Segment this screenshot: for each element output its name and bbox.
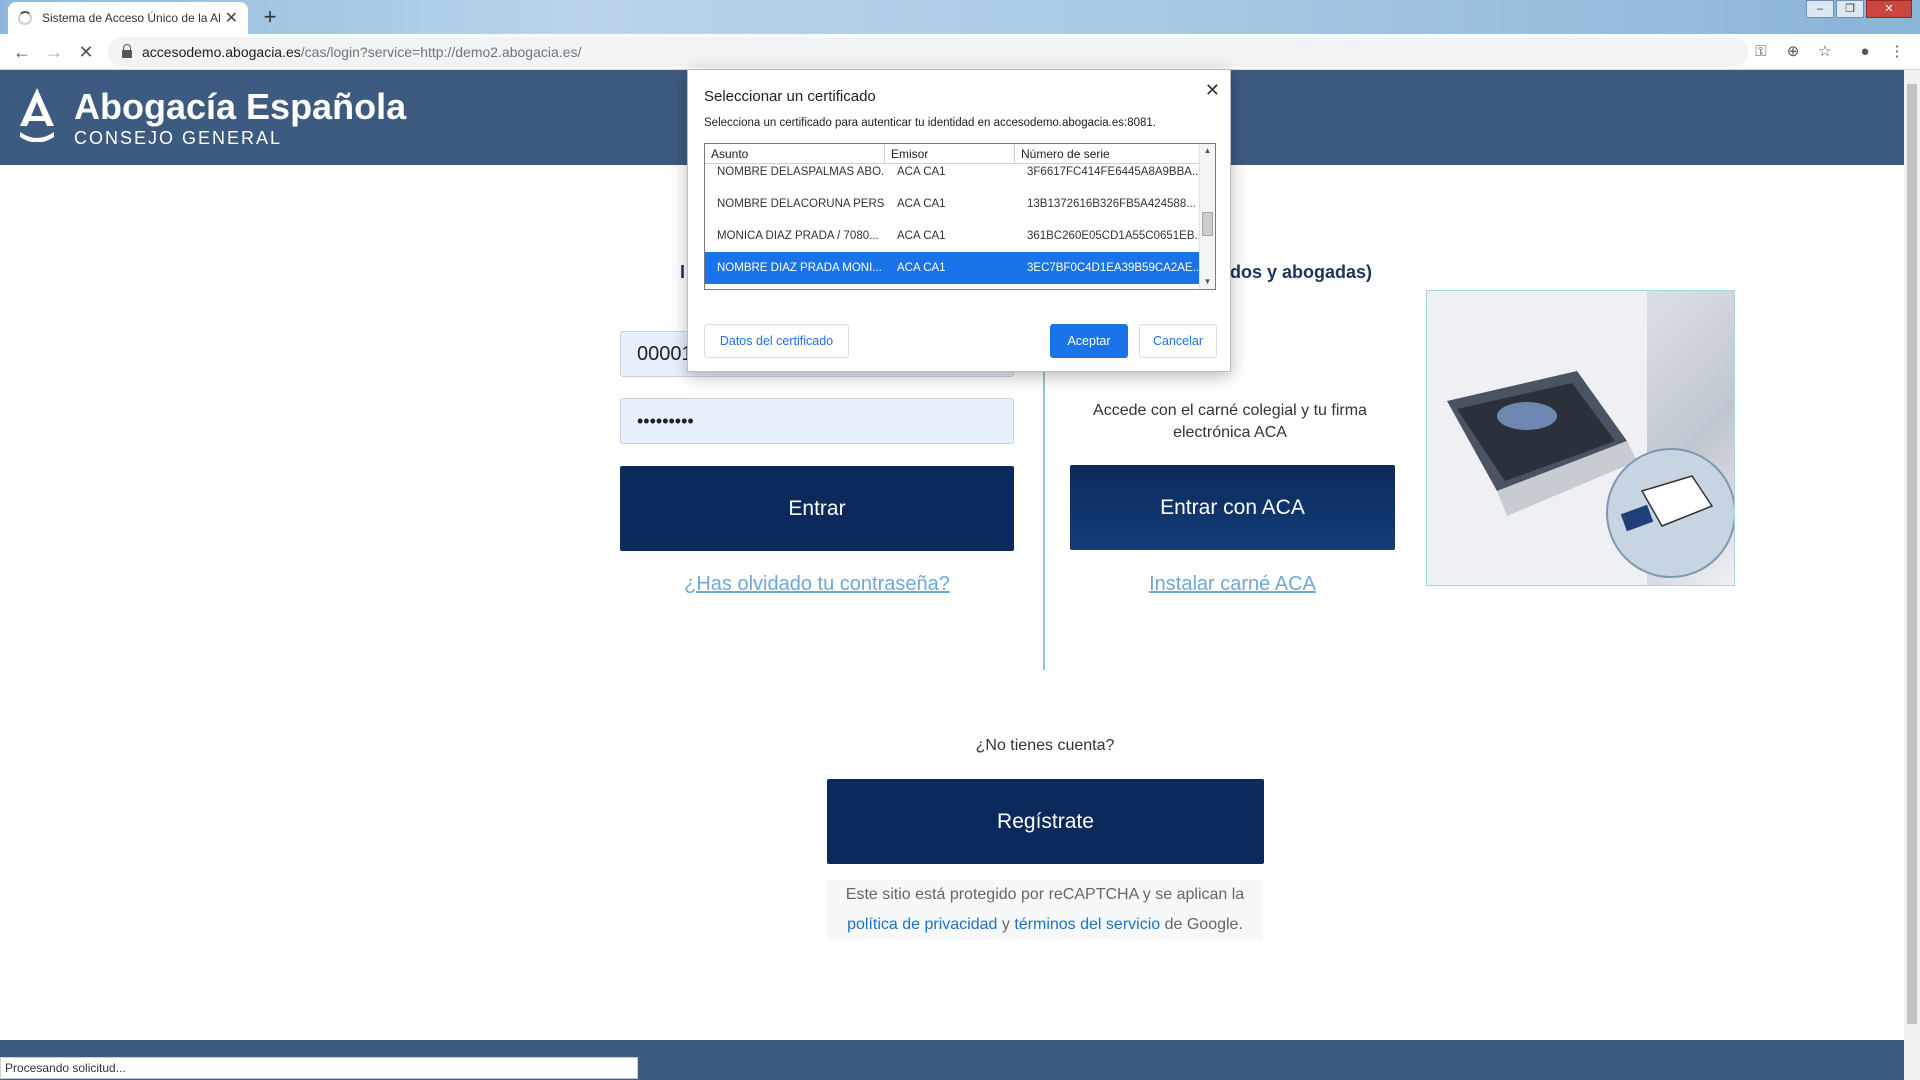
- tab-title: Sistema de Acceso Único de la Al: [42, 11, 221, 25]
- address-bar[interactable]: accesodemo.abogacia.es /cas/login?servic…: [108, 37, 1748, 67]
- url-host: accesodemo.abogacia.es: [142, 44, 301, 60]
- cert-subject: NOMBRE DELASPALMAS ABO...: [717, 166, 885, 178]
- certificate-table-header: Asunto Emisor Número de serie: [705, 144, 1199, 164]
- accept-button[interactable]: Aceptar: [1050, 324, 1128, 358]
- privacy-policy-link[interactable]: política de privacidad: [847, 916, 997, 933]
- lock-icon[interactable]: [122, 44, 132, 58]
- certificate-details-button[interactable]: Datos del certificado: [704, 324, 849, 358]
- recaptcha-line1: Este sitio está protegido por reCAPTCHA …: [845, 886, 1245, 903]
- page-scrollbar[interactable]: [1904, 70, 1920, 1080]
- column-header-subject[interactable]: Asunto: [705, 144, 885, 164]
- cert-issuer: ACA CA1: [897, 166, 946, 178]
- recaptcha-suffix: de Google.: [1164, 916, 1243, 933]
- cert-subject: MONICA DIAZ PRADA / 7080...: [717, 230, 879, 242]
- dialog-title: Seleccionar un certificado: [704, 88, 876, 105]
- aca-heading-partial: gados y abogadas): [1209, 262, 1373, 282]
- new-tab-button[interactable]: +: [256, 4, 284, 30]
- tab-close-icon[interactable]: ✕: [225, 8, 238, 28]
- cert-serial: 361BC260E05CD1A55C0651EB...: [1027, 230, 1199, 242]
- certificate-table-scrollbar[interactable]: ▲ ▼: [1199, 144, 1215, 289]
- scroll-up-icon[interactable]: ▲: [1200, 144, 1215, 158]
- site-title: Abogacía Española: [74, 86, 407, 127]
- aca-card-reader-image: [1426, 290, 1735, 586]
- cert-subject: NOMBRE DIAZ PRADA MONI...: [717, 262, 882, 274]
- cert-issuer: ACA CA1: [897, 198, 946, 210]
- loading-spinner-icon: [18, 11, 32, 25]
- certificate-row[interactable]: NOMBRE DELACORUÑA PERS... ACA CA1 13B137…: [705, 188, 1199, 220]
- scroll-down-icon[interactable]: ▼: [1200, 275, 1215, 289]
- minimize-button[interactable]: –: [1806, 0, 1834, 18]
- zoom-icon[interactable]: ⊕: [1783, 42, 1803, 62]
- certificate-row[interactable]: MONICA DIAZ PRADA / 7080... ACA CA1 361B…: [705, 220, 1199, 252]
- cert-subject: NOMBRE DELACORUÑA PERS...: [717, 198, 885, 210]
- column-header-serial[interactable]: Número de serie: [1015, 144, 1199, 164]
- star-icon[interactable]: ☆: [1815, 42, 1835, 62]
- column-header-issuer[interactable]: Emisor: [885, 144, 1015, 164]
- column-divider: [1043, 345, 1045, 670]
- browser-toolbar: ← → ✕ accesodemo.abogacia.es /cas/login?…: [0, 34, 1920, 70]
- login-heading-partial: I: [680, 262, 686, 282]
- window-controls: – ❐ ✕: [1806, 0, 1912, 18]
- menu-icon[interactable]: ⋮: [1887, 42, 1907, 62]
- key-icon[interactable]: ⚿: [1751, 42, 1771, 62]
- page-scroll-thumb[interactable]: [1907, 84, 1917, 1024]
- cert-serial: 3EC7BF0C4D1EA39B59CA2AE...: [1027, 262, 1199, 274]
- recaptcha-notice: Este sitio está protegido por reCAPTCHA …: [827, 880, 1263, 940]
- no-account-text: ¿No tienes cuenta?: [975, 737, 1115, 754]
- site-subtitle: CONSEJO GENERAL: [74, 128, 283, 148]
- back-icon[interactable]: ←: [10, 40, 34, 64]
- forgot-password-link[interactable]: ¿Has olvidado tu contraseña?: [620, 573, 1014, 596]
- certificate-table[interactable]: NOMBRE DELASPALMAS ABO... ACA CA1 3F6617…: [704, 143, 1216, 290]
- cert-serial: 3F6617FC414FE6445A8A9BBA...: [1027, 166, 1199, 178]
- certificate-dialog: Seleccionar un certificado ✕ Selecciona …: [687, 69, 1231, 372]
- dialog-description: Selecciona un certificado para autentica…: [704, 117, 1156, 129]
- certificate-rows: NOMBRE DELASPALMAS ABO... ACA CA1 3F6617…: [705, 156, 1199, 284]
- cert-serial: 13B1372616B326FB5A424588...: [1027, 198, 1196, 210]
- cancel-button[interactable]: Cancelar: [1139, 324, 1217, 358]
- maximize-button[interactable]: ❐: [1836, 0, 1864, 18]
- certificate-scroll-thumb[interactable]: [1202, 212, 1213, 236]
- cert-issuer: ACA CA1: [897, 230, 946, 242]
- forward-icon[interactable]: →: [42, 40, 66, 64]
- status-bar: Procesando solicitud...: [0, 1057, 638, 1079]
- url-path: /cas/login?service=http://demo2.abogacia…: [300, 44, 582, 60]
- profile-icon[interactable]: ●: [1855, 42, 1875, 62]
- terms-of-service-link[interactable]: términos del servicio: [1014, 916, 1160, 933]
- aca-login-button[interactable]: Entrar con ACA: [1070, 465, 1395, 550]
- password-field[interactable]: •••••••••: [620, 398, 1014, 444]
- register-button[interactable]: Regístrate: [827, 779, 1264, 864]
- install-aca-link[interactable]: Instalar carné ACA: [1070, 573, 1395, 596]
- aca-description: Accede con el carné colegial y tu firma …: [1093, 402, 1367, 441]
- dialog-close-icon[interactable]: ✕: [1205, 80, 1220, 101]
- certificate-row-selected[interactable]: NOMBRE DIAZ PRADA MONI... ACA CA1 3EC7BF…: [705, 252, 1199, 284]
- recaptcha-line2: política de privacidad y términos del se…: [827, 910, 1263, 940]
- stop-icon[interactable]: ✕: [74, 40, 98, 64]
- browser-tab[interactable]: Sistema de Acceso Único de la Al ✕: [8, 2, 248, 34]
- recaptcha-and: y: [1001, 916, 1010, 933]
- window-close-button[interactable]: ✕: [1866, 0, 1912, 18]
- login-button[interactable]: Entrar: [620, 466, 1014, 551]
- window-titlebar: Sistema de Acceso Único de la Al ✕ + – ❐…: [0, 0, 1920, 34]
- abogacia-logo-icon: [20, 88, 54, 142]
- cert-issuer: ACA CA1: [897, 262, 946, 274]
